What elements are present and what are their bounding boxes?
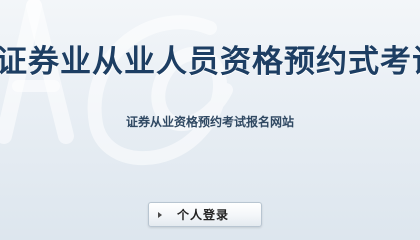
personal-login-button[interactable]: 个人登录: [148, 202, 262, 227]
site-title: 证券业从业人员资格预约式考试网: [0, 44, 420, 80]
site-subtitle: 证券从业资格预约考试报名网站: [125, 115, 294, 129]
login-page: 证券业从业人员资格预约式考试网 证券从业资格预约考试报名网站 个人登录: [0, 0, 420, 240]
arrow-right-icon: [158, 211, 162, 218]
personal-login-label: 个人登录: [177, 208, 230, 222]
